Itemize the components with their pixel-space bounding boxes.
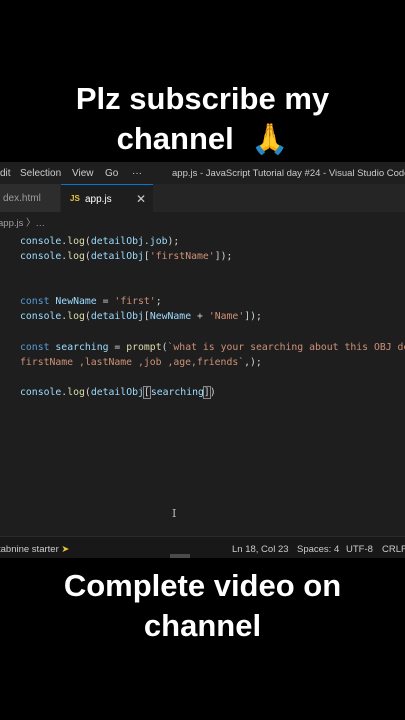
code-line-2[interactable]: console.log(detailObj['firstName']); (20, 251, 232, 262)
bottom-caption-line2: channel (143, 608, 262, 643)
window-title: app.js - JavaScript Tutorial day #24 - V… (172, 168, 405, 179)
menu-selection[interactable]: Selection (20, 168, 61, 179)
menu-more[interactable]: ··· (132, 168, 142, 179)
text-cursor-icon: I (172, 507, 177, 520)
menubar: dit Selection View Go ··· app.js - JavaS… (0, 162, 405, 184)
close-icon[interactable]: ✕ (136, 192, 146, 206)
vscode-window: dit Selection View Go ··· app.js - JavaS… (0, 162, 405, 558)
encoding[interactable]: UTF-8 (346, 544, 373, 555)
code-line-5[interactable]: const searching = prompt(`what is your s… (20, 342, 405, 353)
folded-hands-icon: 🙏 (251, 123, 289, 156)
code-line-1[interactable]: console.log(detailObj.job); (20, 236, 179, 247)
status-bar: tabnine starter ➤ Ln 18, Col 23 Spaces: … (0, 536, 405, 558)
menu-edit[interactable]: dit (0, 168, 11, 179)
tab-app-label: app.js (85, 194, 112, 205)
top-caption-line2: channel 🙏 (116, 121, 289, 156)
horizontal-scrollbar[interactable] (170, 554, 190, 558)
tabnine-status[interactable]: tabnine starter ➤ (0, 544, 69, 555)
tabnine-icon: ➤ (61, 544, 70, 555)
tab-index-html[interactable]: dex.html (0, 184, 60, 212)
breadcrumb[interactable]: app.js 〉… (0, 215, 45, 229)
tab-bar: dex.html JS app.js ✕ (0, 184, 405, 213)
menu-view[interactable]: View (72, 168, 94, 179)
top-caption: Plz subscribe my channel 🙏 (0, 79, 405, 160)
tab-index-label: dex.html (3, 193, 41, 204)
menu-go[interactable]: Go (105, 168, 118, 179)
bottom-caption-line1: Complete video on (63, 568, 342, 603)
line-ending[interactable]: CRLF (382, 544, 405, 555)
bottom-caption: Complete video on channel (0, 566, 405, 646)
code-line-4[interactable]: console.log(detailObj[NewName + 'Name'])… (20, 311, 262, 322)
top-caption-line1: Plz subscribe my (75, 81, 330, 116)
code-line-3[interactable]: const NewName = 'first'; (20, 296, 162, 307)
indentation[interactable]: Spaces: 4 (297, 544, 339, 555)
code-line-7[interactable]: console.log(detailObj[searching]) (20, 386, 216, 399)
javascript-file-icon: JS (70, 194, 80, 203)
tab-app-js[interactable]: JS app.js ✕ (61, 184, 153, 213)
code-line-6[interactable]: firstName ,lastName ,job ,age,friends`,)… (20, 357, 262, 368)
cursor-position[interactable]: Ln 18, Col 23 (232, 544, 289, 555)
